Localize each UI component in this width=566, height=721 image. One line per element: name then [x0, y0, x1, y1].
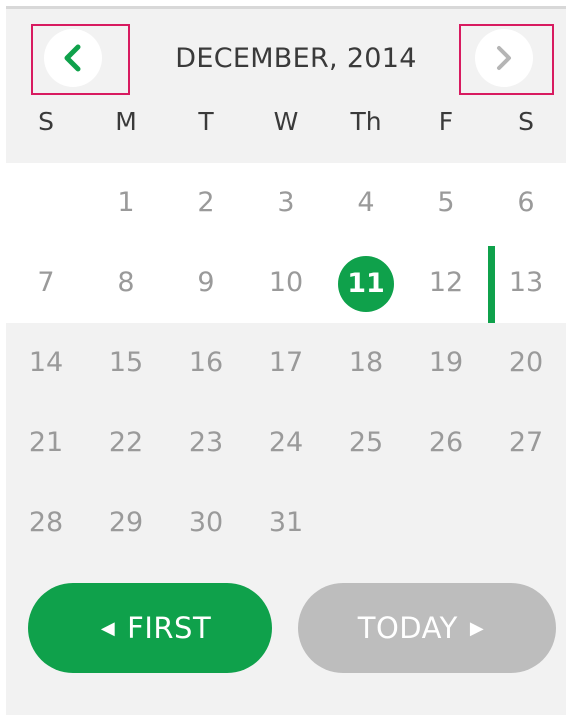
day-cell[interactable]: 12 [406, 243, 486, 323]
day-cell-empty [486, 483, 566, 563]
triangle-left-icon: ◀ [100, 617, 116, 639]
triangle-right-icon: ▶ [469, 617, 485, 639]
day-cell[interactable]: 13 [486, 243, 566, 323]
day-cell[interactable]: 15 [86, 323, 166, 403]
day-cell[interactable]: 2 [166, 163, 246, 243]
day-cell[interactable]: 25 [326, 403, 406, 483]
chevron-left-icon [64, 44, 81, 72]
chevron-right-icon [497, 46, 511, 70]
day-cell[interactable]: 14 [6, 323, 86, 403]
day-cell[interactable]: 9 [166, 243, 246, 323]
day-cell[interactable]: 3 [246, 163, 326, 243]
weekday-label: M [115, 107, 137, 136]
day-cell[interactable]: 23 [166, 403, 246, 483]
day-cell[interactable]: 21 [6, 403, 86, 483]
day-cell[interactable]: 16 [166, 323, 246, 403]
weekday-label: S [518, 107, 534, 136]
day-cell[interactable]: 31 [246, 483, 326, 563]
day-cell[interactable]: 18 [326, 323, 406, 403]
day-cell[interactable]: 22 [86, 403, 166, 483]
day-cell[interactable]: 24 [246, 403, 326, 483]
week-row: 1 2 3 4 5 6 [6, 163, 566, 243]
day-cell[interactable]: 4 [326, 163, 406, 243]
weekday-label: S [38, 107, 54, 136]
week-row: 14 15 16 17 18 19 20 [6, 323, 566, 403]
day-cell[interactable]: 30 [166, 483, 246, 563]
day-cell-empty [6, 163, 86, 243]
month-title: DECEMBER, 2014 [175, 43, 417, 74]
next-month-button[interactable] [475, 29, 533, 87]
weekday-header-row: S M T W Th F S [6, 102, 566, 142]
day-cell-empty [406, 483, 486, 563]
day-cell[interactable]: 7 [6, 243, 86, 323]
week-row: 21 22 23 24 25 26 27 [6, 403, 566, 483]
week-row: 7 8 9 10 11 12 13 [6, 243, 566, 323]
day-cell[interactable]: 28 [6, 483, 86, 563]
weekday-label: F [438, 107, 454, 136]
today-button-label: TODAY [357, 611, 458, 645]
day-cell[interactable]: 17 [246, 323, 326, 403]
day-cell[interactable]: 8 [86, 243, 166, 323]
calendar-header: DECEMBER, 2014 [6, 9, 566, 97]
day-cell[interactable]: 20 [486, 323, 566, 403]
first-button-label: FIRST [127, 611, 212, 645]
day-cell-empty [326, 483, 406, 563]
weekday-label: T [198, 107, 214, 136]
day-cell[interactable]: 26 [406, 403, 486, 483]
weekday-label: Th [350, 107, 382, 136]
first-button[interactable]: ◀ FIRST [28, 583, 272, 673]
day-cell[interactable]: 6 [486, 163, 566, 243]
calendar-widget: DECEMBER, 2014 S M T W Th F S 1 2 3 4 5 … [6, 6, 566, 715]
previous-month-button[interactable] [44, 29, 102, 87]
day-cell[interactable]: 10 [246, 243, 326, 323]
selected-day-cell[interactable]: 11 [326, 243, 406, 323]
day-cell[interactable]: 1 [86, 163, 166, 243]
today-button[interactable]: TODAY ▶ [298, 583, 556, 673]
week-row: 28 29 30 31 [6, 483, 566, 563]
day-cell[interactable]: 27 [486, 403, 566, 483]
day-cell[interactable]: 5 [406, 163, 486, 243]
today-marker [488, 246, 495, 323]
weekday-label: W [273, 107, 299, 136]
day-cell[interactable]: 19 [406, 323, 486, 403]
day-cell[interactable]: 29 [86, 483, 166, 563]
selected-day-label: 11 [338, 255, 394, 312]
